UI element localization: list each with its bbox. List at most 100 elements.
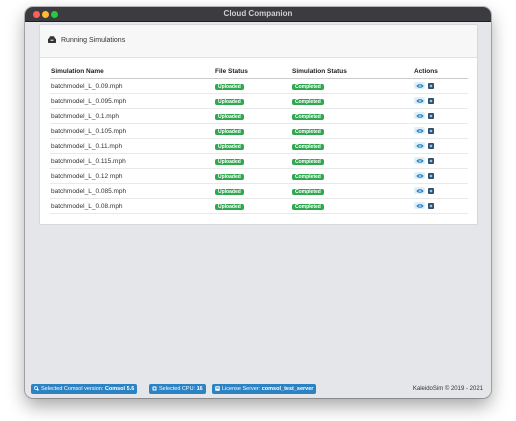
view-simulation-button[interactable]	[414, 157, 425, 165]
simulation-status-badge: Completed	[292, 128, 324, 135]
gears-icon	[34, 385, 39, 391]
stop-icon	[428, 202, 434, 209]
stop-simulation-button[interactable]	[428, 172, 434, 179]
column-header-simulation-status[interactable]: Simulation Status	[291, 65, 413, 79]
simulation-name: batchmodel_L_0.1.mph	[50, 108, 214, 124]
table-row: batchmodel_L_0.08.mph Uploaded Completed	[50, 198, 468, 214]
simulations-table: Simulation Name File Status Simulation S…	[50, 65, 468, 214]
file-status-cell: Uploaded	[214, 78, 291, 94]
running-simulations-panel: Running Simulations Simulation Name File…	[39, 24, 478, 225]
simulation-name: batchmodel_L_0.115.mph	[50, 153, 214, 169]
file-status-cell: Uploaded	[214, 168, 291, 184]
panel-title: Running Simulations	[61, 37, 126, 44]
view-simulation-button[interactable]	[414, 97, 425, 105]
simulation-status-badge: Completed	[292, 143, 324, 150]
stop-simulation-button[interactable]	[428, 82, 434, 89]
eye-icon	[415, 113, 424, 118]
status-bar: Selected Comsol version: Comsol 5.6 Sele…	[25, 381, 491, 398]
actions-cell	[413, 78, 468, 94]
copyright-text: KaleidoSim © 2019 - 2021	[412, 386, 483, 392]
simulation-status-cell: Completed	[291, 78, 413, 94]
table-row: batchmodel_L_0.1.mph Uploaded Completed	[50, 108, 468, 124]
view-simulation-button[interactable]	[414, 202, 425, 210]
titlebar: Cloud Companion	[25, 7, 491, 22]
simulation-name: batchmodel_L_0.085.mph	[50, 183, 214, 199]
license-server-value: comsol_test_server	[261, 386, 314, 392]
file-status-cell: Uploaded	[214, 93, 291, 109]
table-row: batchmodel_L_0.115.mph Uploaded Completed	[50, 153, 468, 169]
actions-cell	[413, 138, 468, 154]
actions-cell	[413, 183, 468, 199]
file-status-cell: Uploaded	[214, 198, 291, 214]
table-row: batchmodel_L_0.085.mph Uploaded Completed	[50, 183, 468, 199]
file-status-cell: Uploaded	[214, 153, 291, 169]
cpu-chip[interactable]: Selected CPU: 16	[149, 384, 206, 394]
file-status-cell: Uploaded	[214, 138, 291, 154]
file-status-badge: Uploaded	[215, 143, 244, 150]
simulation-status-badge: Completed	[292, 158, 324, 165]
file-status-badge: Uploaded	[215, 188, 244, 195]
comsol-version-label: Selected Comsol version:	[41, 386, 104, 392]
cpu-label: Selected CPU:	[159, 386, 196, 392]
simulation-name: batchmodel_L_0.11.mph	[50, 138, 214, 154]
actions-cell	[413, 123, 468, 139]
table-row: batchmodel_L_0.105.mph Uploaded Completed	[50, 123, 468, 139]
app-window: Cloud Companion Running Simulations Simu…	[25, 7, 491, 398]
stop-simulation-button[interactable]	[428, 127, 434, 134]
simulation-status-badge: Completed	[292, 83, 324, 90]
stop-simulation-button[interactable]	[428, 112, 434, 119]
file-status-badge: Uploaded	[215, 83, 244, 90]
simulation-status-badge: Completed	[292, 113, 324, 120]
comsol-version-value: Comsol 5.6	[104, 386, 135, 392]
stop-simulation-button[interactable]	[428, 202, 434, 209]
stop-icon	[428, 172, 434, 179]
view-simulation-button[interactable]	[414, 82, 425, 90]
file-status-cell: Uploaded	[214, 108, 291, 124]
eye-icon	[415, 188, 424, 193]
table-header-row: Simulation Name File Status Simulation S…	[50, 65, 468, 79]
eye-icon	[415, 98, 424, 103]
simulation-status-cell: Completed	[291, 168, 413, 184]
simulation-status-cell: Completed	[291, 138, 413, 154]
eye-icon	[415, 173, 424, 178]
simulation-status-badge: Completed	[292, 173, 324, 180]
file-status-badge: Uploaded	[215, 128, 244, 135]
view-simulation-button[interactable]	[414, 112, 425, 120]
stop-icon	[428, 127, 434, 134]
file-status-cell: Uploaded	[214, 183, 291, 199]
eye-icon	[415, 203, 424, 208]
actions-cell	[413, 108, 468, 124]
cpu-icon	[152, 386, 157, 390]
stop-simulation-button[interactable]	[428, 187, 434, 194]
stop-icon	[428, 112, 434, 119]
table-row: batchmodel_L_0.11.mph Uploaded Completed	[50, 138, 468, 154]
simulation-status-cell: Completed	[291, 123, 413, 139]
column-header-name[interactable]: Simulation Name	[50, 65, 214, 79]
view-simulation-button[interactable]	[414, 172, 425, 180]
table-row: batchmodel_L_0.12 mph Uploaded Completed	[50, 168, 468, 184]
stop-simulation-button[interactable]	[428, 157, 434, 164]
view-simulation-button[interactable]	[414, 187, 425, 195]
simulation-status-cell: Completed	[291, 153, 413, 169]
simulation-name: batchmodel_L_0.105.mph	[50, 123, 214, 139]
stop-icon	[428, 187, 434, 194]
simulation-name: batchmodel_L_0.095.mph	[50, 93, 214, 109]
license-server-chip[interactable]: License Server: comsol_test_server	[212, 384, 317, 394]
actions-cell	[413, 168, 468, 184]
stop-simulation-button[interactable]	[428, 97, 434, 104]
eye-icon	[415, 83, 424, 88]
eye-icon	[415, 143, 424, 148]
actions-cell	[413, 153, 468, 169]
simulation-status-badge: Completed	[292, 188, 324, 195]
file-status-badge: Uploaded	[215, 98, 244, 105]
comsol-version-chip[interactable]: Selected Comsol version: Comsol 5.6	[31, 384, 138, 394]
simulation-status-badge: Completed	[292, 98, 324, 105]
table-row: batchmodel_L_0.095.mph Uploaded Completed	[50, 93, 468, 109]
file-status-badge: Uploaded	[215, 113, 244, 120]
view-simulation-button[interactable]	[414, 142, 425, 150]
column-header-file-status[interactable]: File Status	[214, 65, 291, 79]
simulation-status-cell: Completed	[291, 183, 413, 199]
cpu-value: 16	[196, 386, 203, 392]
stop-simulation-button[interactable]	[428, 142, 434, 149]
view-simulation-button[interactable]	[414, 127, 425, 135]
